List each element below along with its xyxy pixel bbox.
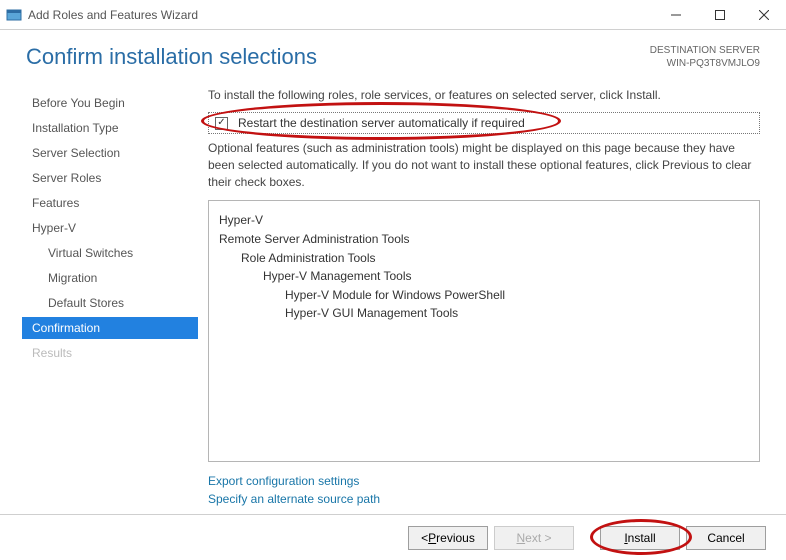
install-button[interactable]: Install: [600, 526, 680, 550]
close-button[interactable]: [742, 0, 786, 30]
titlebar: Add Roles and Features Wizard: [0, 0, 786, 30]
optional-features-text: Optional features (such as administratio…: [208, 140, 760, 190]
step-server-selection[interactable]: Server Selection: [26, 142, 198, 164]
feature-item: Remote Server Administration Tools: [219, 230, 749, 249]
wizard-button-bar: < Previous Next > Install Cancel: [0, 514, 786, 560]
feature-item: Hyper-V GUI Management Tools: [219, 304, 749, 323]
instruction-text: To install the following roles, role ser…: [208, 88, 760, 102]
selected-features-list: Hyper-V Remote Server Administration Too…: [208, 200, 760, 462]
step-server-roles[interactable]: Server Roles: [26, 167, 198, 189]
header-row: Confirm installation selections DESTINAT…: [26, 44, 760, 70]
maximize-button[interactable]: [698, 0, 742, 30]
feature-item: Role Administration Tools: [219, 249, 749, 268]
bottom-links: Export configuration settings Specify an…: [208, 472, 760, 508]
step-features[interactable]: Features: [26, 192, 198, 214]
body-row: Before You Begin Installation Type Serve…: [26, 88, 760, 514]
page-title: Confirm installation selections: [26, 44, 317, 70]
wizard-steps-sidebar: Before You Begin Installation Type Serve…: [26, 88, 198, 514]
step-results: Results: [26, 342, 198, 364]
wizard-content: Confirm installation selections DESTINAT…: [0, 30, 786, 560]
feature-item: Hyper-V Module for Windows PowerShell: [219, 286, 749, 305]
step-virtual-switches[interactable]: Virtual Switches: [26, 242, 198, 264]
restart-checkbox-label: Restart the destination server automatic…: [238, 116, 525, 130]
step-migration[interactable]: Migration: [26, 267, 198, 289]
destination-server-info: DESTINATION SERVER WIN-PQ3T8VMJLO9: [650, 44, 760, 70]
step-confirmation[interactable]: Confirmation: [22, 317, 198, 339]
feature-item: Hyper-V Management Tools: [219, 267, 749, 286]
step-hyper-v[interactable]: Hyper-V: [26, 217, 198, 239]
restart-checkbox[interactable]: ✓: [215, 117, 228, 130]
app-icon: [6, 7, 22, 23]
cancel-button[interactable]: Cancel: [686, 526, 766, 550]
restart-checkbox-row[interactable]: ✓ Restart the destination server automat…: [208, 112, 760, 134]
window-controls: [654, 0, 786, 30]
step-installation-type[interactable]: Installation Type: [26, 117, 198, 139]
window-title: Add Roles and Features Wizard: [28, 8, 654, 22]
previous-button[interactable]: < Previous: [408, 526, 488, 550]
feature-item: Hyper-V: [219, 211, 749, 230]
step-before-you-begin[interactable]: Before You Begin: [26, 92, 198, 114]
export-config-link[interactable]: Export configuration settings: [208, 472, 760, 490]
destination-label: DESTINATION SERVER: [650, 44, 760, 57]
next-button: Next >: [494, 526, 574, 550]
minimize-button[interactable]: [654, 0, 698, 30]
alternate-source-link[interactable]: Specify an alternate source path: [208, 490, 760, 508]
step-default-stores[interactable]: Default Stores: [26, 292, 198, 314]
main-panel: To install the following roles, role ser…: [198, 88, 760, 514]
destination-name: WIN-PQ3T8VMJLO9: [650, 57, 760, 70]
